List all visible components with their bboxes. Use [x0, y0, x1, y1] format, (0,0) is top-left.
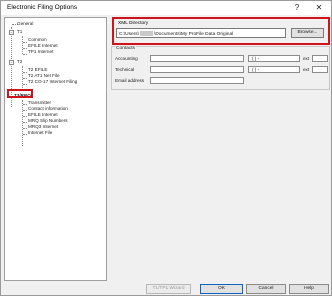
title-bar: Electronic Filing Options ? ✕: [1, 1, 331, 15]
window-title: Electronic Filing Options: [7, 4, 78, 11]
tree-item-t1[interactable]: T1: [17, 29, 22, 35]
tree-line: [23, 110, 27, 111]
tree-item-general[interactable]: General: [17, 21, 33, 27]
xml-directory-label: XML Directory: [118, 21, 149, 26]
tree-item-t2-co17-internet-filing[interactable]: T2 CO-17 Internet Filing: [28, 79, 77, 85]
tree-line: [23, 54, 27, 55]
selected-item-highlight: [7, 89, 33, 98]
ok-button[interactable]: OK: [200, 284, 243, 294]
help-button[interactable]: Help: [289, 284, 329, 294]
xml-directory-highlight: XML Directory C:\Users\ \Documents\My Pro…: [112, 17, 330, 45]
xml-path-suffix: \Documents\My ProFile Data Original: [154, 31, 234, 37]
tree-line: [23, 78, 27, 79]
tree-line: [23, 42, 27, 43]
email-label: Email address: [115, 78, 145, 83]
tree-line: [23, 72, 27, 73]
redacted-username: [140, 31, 153, 36]
tree-line: [23, 84, 27, 85]
accounting-ext-field[interactable]: [312, 55, 328, 62]
technical-name-field[interactable]: [150, 66, 244, 73]
t1-tp1-wizard-button[interactable]: T1/TP1 Wizard: [146, 284, 191, 294]
contacts-group-label: Contacts: [115, 46, 136, 51]
xml-path-prefix: C:\Users\: [119, 31, 139, 37]
technical-ext-label: ext: [303, 67, 310, 72]
collapse-icon[interactable]: −: [9, 60, 14, 65]
email-field[interactable]: [150, 77, 244, 84]
contacts-group: Contacts Accounting ( ) - ext Technical …: [111, 46, 330, 90]
technical-label: Technical: [115, 67, 135, 72]
tree-line: [23, 104, 27, 105]
tree-line: [22, 100, 23, 146]
electronic-filing-options-dialog: Electronic Filing Options ? ✕ − − Genera…: [0, 0, 332, 296]
tree-item-tp1-internet[interactable]: TP1 Internet: [28, 49, 53, 55]
technical-ext-field[interactable]: [312, 66, 328, 73]
help-icon[interactable]: ?: [291, 3, 303, 13]
accounting-label: Accounting: [115, 56, 138, 61]
cancel-button[interactable]: Cancel: [246, 284, 286, 294]
tree-item-t2[interactable]: T2: [17, 59, 22, 65]
tree-line: [23, 134, 27, 135]
collapse-icon[interactable]: −: [9, 30, 14, 35]
tree-item-internet-file[interactable]: Internet File: [28, 130, 52, 136]
tree-line: [23, 48, 27, 49]
accounting-ext-label: ext: [303, 56, 310, 61]
xml-directory-field[interactable]: C:\Users\ \Documents\My ProFile Data Orig…: [116, 28, 286, 38]
close-icon[interactable]: ✕: [313, 3, 325, 13]
tree-line: [23, 122, 27, 123]
settings-panel: XML Directory C:\Users\ \Documents\My Pro…: [110, 17, 331, 281]
accounting-phone-field[interactable]: ( ) -: [248, 55, 300, 62]
accounting-name-field[interactable]: [150, 55, 244, 62]
tree-line: [23, 116, 27, 117]
options-tree[interactable]: − − General T1 Common EFILE Internet TP1…: [4, 17, 107, 281]
tree-line: [22, 36, 23, 54]
technical-phone-field[interactable]: ( ) -: [248, 66, 300, 73]
tree-line: [23, 128, 27, 129]
browse-button[interactable]: Browse...: [291, 28, 324, 38]
